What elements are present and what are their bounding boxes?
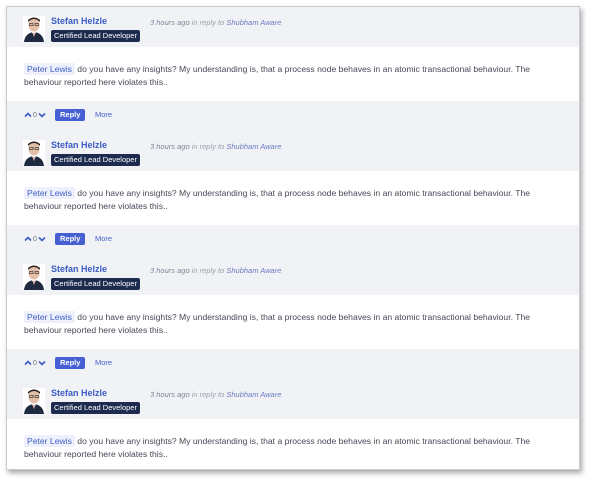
more-link[interactable]: More [95,234,112,243]
comment-time[interactable]: 3 hours ago [150,390,190,399]
avatar[interactable] [23,264,45,290]
comment-header: Stefan Helzle Certified Lead Developer 3… [7,379,579,419]
author-name[interactable]: Stefan Helzle [51,264,107,274]
in-reply-to-label: in reply to [191,266,225,275]
in-reply-to-label: in reply to [191,142,225,151]
comment-post: Stefan Helzle Certified Lead Developer 3… [7,379,579,469]
chevron-up-icon[interactable] [23,358,33,368]
more-link[interactable]: More [95,358,112,367]
comment-body: Peter Lewis do you have any insights? My… [7,47,579,101]
reply-target-link[interactable]: Shubham Aware [226,18,281,27]
comment-text: do you have any insights? My understandi… [24,188,531,211]
comment-meta: 3 hours ago in reply to Shubham Aware [150,142,281,151]
comment-header: Stefan Helzle Certified Lead Developer 3… [7,7,579,47]
comment-post: Stefan Helzle Certified Lead Developer 3… [7,7,579,140]
author-badge: Certified Lead Developer [51,154,140,166]
chevron-down-icon[interactable] [37,358,47,368]
comment-thread: Stefan Helzle Certified Lead Developer 3… [6,6,580,470]
comment-header: Stefan Helzle Certified Lead Developer 3… [7,255,579,295]
avatar[interactable] [23,140,45,166]
comment-text: do you have any insights? My understandi… [24,312,531,335]
avatar[interactable] [23,388,45,414]
comment-time[interactable]: 3 hours ago [150,18,190,27]
reply-target-link[interactable]: Shubham Aware [226,142,281,151]
author-badge: Certified Lead Developer [51,30,140,42]
more-link[interactable]: More [95,110,112,119]
comment-post: Stefan Helzle Certified Lead Developer 3… [7,255,579,388]
reply-button[interactable]: Reply [55,233,86,245]
comment-header: Stefan Helzle Certified Lead Developer 3… [7,131,579,171]
reply-button[interactable]: Reply [55,357,86,369]
vote-control: 0 [23,110,47,120]
vote-control: 0 [23,358,47,368]
comment-text: do you have any insights? My understandi… [24,64,531,87]
reply-target-link[interactable]: Shubham Aware [226,266,281,275]
user-mention[interactable]: Peter Lewis [24,63,75,75]
comment-body: Peter Lewis do you have any insights? My… [7,171,579,225]
chevron-up-icon[interactable] [23,234,33,244]
author-name[interactable]: Stefan Helzle [51,16,107,26]
author-name[interactable]: Stefan Helzle [51,388,107,398]
in-reply-to-label: in reply to [191,18,225,27]
comment-meta: 3 hours ago in reply to Shubham Aware [150,18,281,27]
author-badge: Certified Lead Developer [51,278,140,290]
chevron-down-icon[interactable] [37,234,47,244]
comment-body: Peter Lewis do you have any insights? My… [7,295,579,349]
comment-time[interactable]: 3 hours ago [150,266,190,275]
avatar[interactable] [23,16,45,42]
comment-post: Stefan Helzle Certified Lead Developer 3… [7,131,579,264]
comment-meta: 3 hours ago in reply to Shubham Aware [150,266,281,275]
user-mention[interactable]: Peter Lewis [24,435,75,447]
author-badge: Certified Lead Developer [51,402,140,414]
in-reply-to-label: in reply to [191,390,225,399]
comment-time[interactable]: 3 hours ago [150,142,190,151]
reply-button[interactable]: Reply [55,109,86,121]
comment-meta: 3 hours ago in reply to Shubham Aware [150,390,281,399]
chevron-up-icon[interactable] [23,110,33,120]
reply-target-link[interactable]: Shubham Aware [226,390,281,399]
chevron-down-icon[interactable] [37,110,47,120]
vote-control: 0 [23,234,47,244]
comment-body: Peter Lewis do you have any insights? My… [7,419,579,469]
user-mention[interactable]: Peter Lewis [24,311,75,323]
user-mention[interactable]: Peter Lewis [24,187,75,199]
comment-text: do you have any insights? My understandi… [24,436,531,459]
author-name[interactable]: Stefan Helzle [51,140,107,150]
